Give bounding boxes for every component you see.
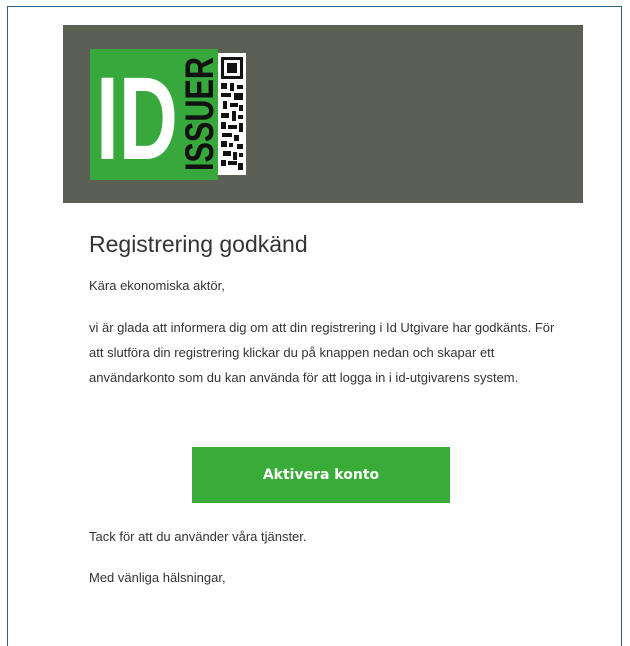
qr-code-icon <box>218 53 246 175</box>
button-container: Aktivera konto <box>192 447 452 503</box>
email-title: Registrering godkänd <box>89 231 308 257</box>
activate-account-button[interactable]: Aktivera konto <box>192 447 452 503</box>
regards-text: Med vänliga hälsningar, <box>89 570 226 585</box>
email-content: Registrering godkänd Kära ekonomiska akt… <box>89 226 559 390</box>
id-issuer-logo: ID ISSUER <box>90 49 248 180</box>
logo-id-text: ID <box>96 55 178 169</box>
thanks-text: Tack för att du använder våra tjänster. <box>89 529 307 544</box>
header-banner: ID ISSUER <box>63 25 583 203</box>
body-text: vi är glada att informera dig om att din… <box>89 320 555 385</box>
logo-issuer-text: ISSUER <box>180 57 216 171</box>
svg-text:ID: ID <box>96 55 178 169</box>
greeting-text: Kära ekonomiska aktör, <box>89 278 225 293</box>
svg-text:ISSUER: ISSUER <box>180 57 216 171</box>
